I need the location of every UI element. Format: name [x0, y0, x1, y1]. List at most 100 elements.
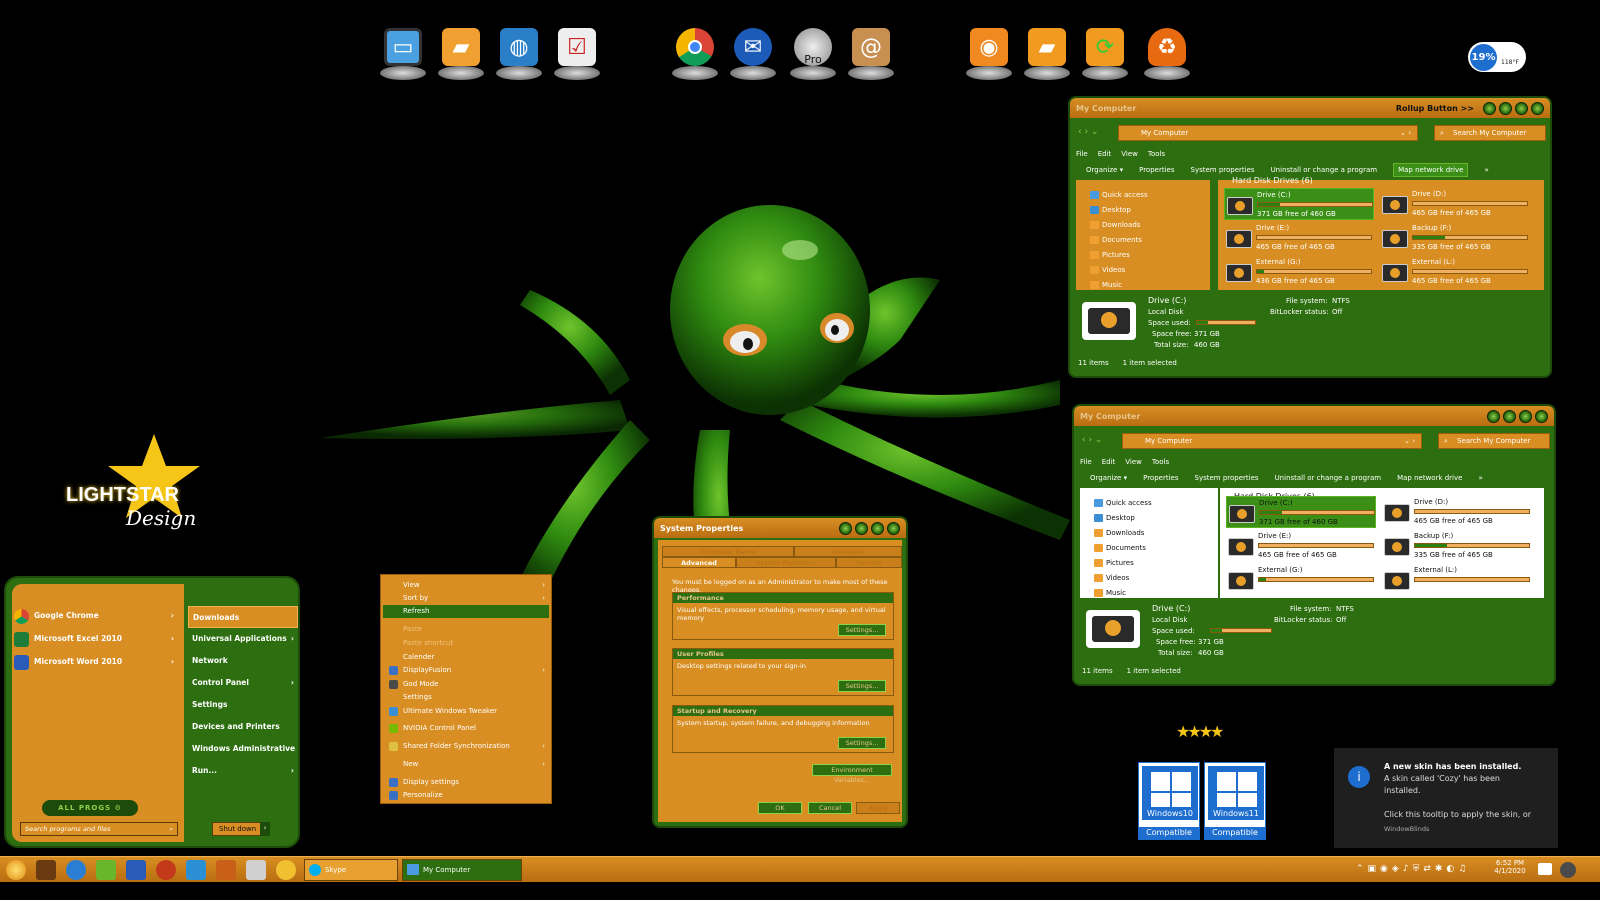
- rollup-icon[interactable]: [1483, 101, 1496, 115]
- menu-edit[interactable]: Edit: [1102, 458, 1116, 466]
- taskbar-my-computer[interactable]: My Computer: [402, 859, 522, 881]
- tab-computer-name[interactable]: Computer Name: [662, 546, 794, 557]
- notification-toast[interactable]: i A new skin has been installed. A skin …: [1334, 748, 1558, 848]
- menu-tools[interactable]: Tools: [1152, 458, 1169, 466]
- drive-tile[interactable]: Drive (C:) 371 GB free of 460 GB: [1224, 188, 1374, 220]
- nav-arrows[interactable]: ‹ › ⌄: [1078, 127, 1098, 137]
- start-place-item[interactable]: Windows Administrative ... ›: [188, 738, 298, 775]
- map-network-drive-button[interactable]: Map network drive: [1393, 163, 1469, 177]
- nav-documents[interactable]: Documents: [1080, 541, 1218, 556]
- apply-button[interactable]: Apply: [856, 802, 900, 814]
- palette-icon[interactable]: [216, 860, 236, 880]
- address-chevron-icon[interactable]: ⌄ ›: [1404, 434, 1415, 448]
- mountain-icon[interactable]: [96, 860, 116, 880]
- tab-system-protection[interactable]: System Protection: [736, 557, 836, 568]
- ie-icon[interactable]: [66, 860, 86, 880]
- system-tray-icons[interactable]: ⌃▣◉◈♪⛨⇄✱◐♫: [1356, 864, 1470, 874]
- weather-gadget[interactable]: 19% 118°F: [1468, 42, 1526, 72]
- nav-downloads[interactable]: Downloads: [1080, 526, 1218, 541]
- window-icon[interactable]: [186, 860, 206, 880]
- minimize-button[interactable]: [1499, 101, 1512, 115]
- notification-icon[interactable]: [1538, 863, 1552, 875]
- drive-tile[interactable]: External (L:) 465 GB free of 465 GB: [1380, 256, 1530, 288]
- start-button[interactable]: [6, 860, 26, 880]
- maximize-button[interactable]: [1519, 409, 1532, 423]
- startup-settings-button[interactable]: Settings...: [838, 737, 886, 749]
- control-folder-icon[interactable]: ◉: [962, 26, 1014, 80]
- search-input[interactable]: ⌕ Search My Computer: [1438, 433, 1550, 449]
- thunderbird-icon[interactable]: ✉: [726, 26, 778, 80]
- tab-remote[interactable]: Remote: [836, 557, 902, 568]
- pro-disk-icon[interactable]: Pro: [786, 26, 838, 80]
- orange-folder-icon[interactable]: ▰: [1020, 26, 1072, 80]
- context-menu-item[interactable]: DisplayFusion ›: [383, 664, 549, 677]
- maximize-button[interactable]: [871, 521, 884, 535]
- nav-music[interactable]: Music: [1080, 586, 1218, 601]
- more-commands-button[interactable]: »: [1478, 474, 1482, 482]
- context-menu-item[interactable]: NVIDIA Control Panel: [383, 722, 549, 735]
- computer-icon[interactable]: ▭: [376, 26, 428, 80]
- nav-downloads[interactable]: Downloads: [1076, 218, 1210, 233]
- chrome-icon[interactable]: [668, 26, 720, 80]
- start-place-item[interactable]: Run...: [188, 760, 298, 782]
- organize-button[interactable]: Organize ▾: [1090, 474, 1127, 482]
- drive-tile[interactable]: Drive (E:) 465 GB free of 465 GB: [1224, 222, 1374, 254]
- shutdown-button[interactable]: Shut down ›: [212, 822, 270, 836]
- nav-videos[interactable]: Videos: [1076, 263, 1210, 278]
- nav-pictures[interactable]: Pictures: [1076, 248, 1210, 263]
- rollup-icon[interactable]: [839, 521, 852, 535]
- menu-file[interactable]: File: [1076, 150, 1088, 158]
- start-place-item[interactable]: Network: [188, 650, 298, 672]
- avatar[interactable]: [1560, 862, 1576, 878]
- menu-view[interactable]: View: [1121, 150, 1138, 158]
- drive-tile[interactable]: Drive (E:) 465 GB free of 465 GB: [1226, 530, 1376, 562]
- close-button[interactable]: [887, 521, 900, 535]
- weather-icon[interactable]: [276, 860, 296, 880]
- context-menu-item[interactable]: New ›: [383, 758, 549, 771]
- shutdown-arrow-icon[interactable]: ›: [260, 822, 270, 836]
- nav-videos[interactable]: Videos: [1080, 571, 1218, 586]
- program-google-chrome[interactable]: Google Chrome ›: [14, 606, 174, 626]
- context-menu-item[interactable]: Ultimate Windows Tweaker: [383, 705, 549, 718]
- clock[interactable]: 6:52 PM 4/1/2020: [1490, 859, 1530, 875]
- user-profiles-settings-button[interactable]: Settings...: [838, 680, 886, 692]
- properties-button[interactable]: Properties: [1139, 166, 1174, 174]
- checklist-icon[interactable]: ☑: [550, 26, 602, 80]
- all-programs-button[interactable]: ALL PROGS ⚙: [42, 800, 138, 816]
- more-commands-button[interactable]: »: [1484, 166, 1488, 174]
- address-bar[interactable]: My Computer ⌄ ›: [1122, 433, 1422, 449]
- context-menu-item[interactable]: Settings: [383, 691, 549, 704]
- minimize-button[interactable]: [1503, 409, 1516, 423]
- drive-tile[interactable]: External (G:) 436 GB free of 465 GB: [1224, 256, 1374, 288]
- tab-advanced[interactable]: Advanced: [662, 557, 736, 568]
- uninstall-button[interactable]: Uninstall or change a program: [1275, 474, 1382, 482]
- map-network-drive-button[interactable]: Map network drive: [1397, 474, 1462, 482]
- drive-tile[interactable]: Backup (F:) 335 GB free of 465 GB: [1380, 222, 1530, 254]
- context-menu-item[interactable]: Calender: [383, 651, 549, 664]
- title-bar[interactable]: System Properties: [654, 518, 906, 538]
- system-properties-button[interactable]: System properties: [1191, 166, 1255, 174]
- cancel-button[interactable]: Cancel: [808, 802, 852, 814]
- start-place-item[interactable]: Settings: [188, 694, 298, 716]
- context-menu-item[interactable]: Refresh: [383, 605, 549, 618]
- drive-tile[interactable]: Backup (F:) 335 GB free of 465 GB: [1382, 530, 1532, 562]
- performance-settings-button[interactable]: Settings...: [838, 624, 886, 636]
- context-menu-item[interactable]: Personalize: [383, 789, 549, 802]
- minimize-button[interactable]: [855, 521, 868, 535]
- network-icon[interactable]: ◍: [492, 26, 544, 80]
- maximize-button[interactable]: [1515, 101, 1528, 115]
- start-place-item[interactable]: Universal Applications ›: [188, 628, 298, 650]
- ok-button[interactable]: OK: [758, 802, 802, 814]
- player-icon[interactable]: [246, 860, 266, 880]
- nav-arrows[interactable]: ‹ › ⌄: [1082, 435, 1102, 445]
- organize-button[interactable]: Organize ▾: [1086, 166, 1123, 174]
- settings-icon[interactable]: [36, 860, 56, 880]
- my-computer-window-2[interactable]: My Computer ‹ › ⌄ My Computer ⌄ › ⌕ Search…: [1072, 404, 1556, 686]
- context-menu-item[interactable]: Shared Folder Synchronization ›: [383, 740, 549, 753]
- nav-pictures[interactable]: Pictures: [1080, 556, 1218, 571]
- search-input[interactable]: ⌕ Search My Computer: [1434, 125, 1546, 141]
- my-computer-window-1[interactable]: My Computer Rollup Button >> ‹ › ⌄ My Co…: [1068, 96, 1552, 378]
- title-bar[interactable]: My Computer: [1074, 406, 1554, 426]
- menu-view[interactable]: View: [1125, 458, 1142, 466]
- menu-edit[interactable]: Edit: [1098, 150, 1112, 158]
